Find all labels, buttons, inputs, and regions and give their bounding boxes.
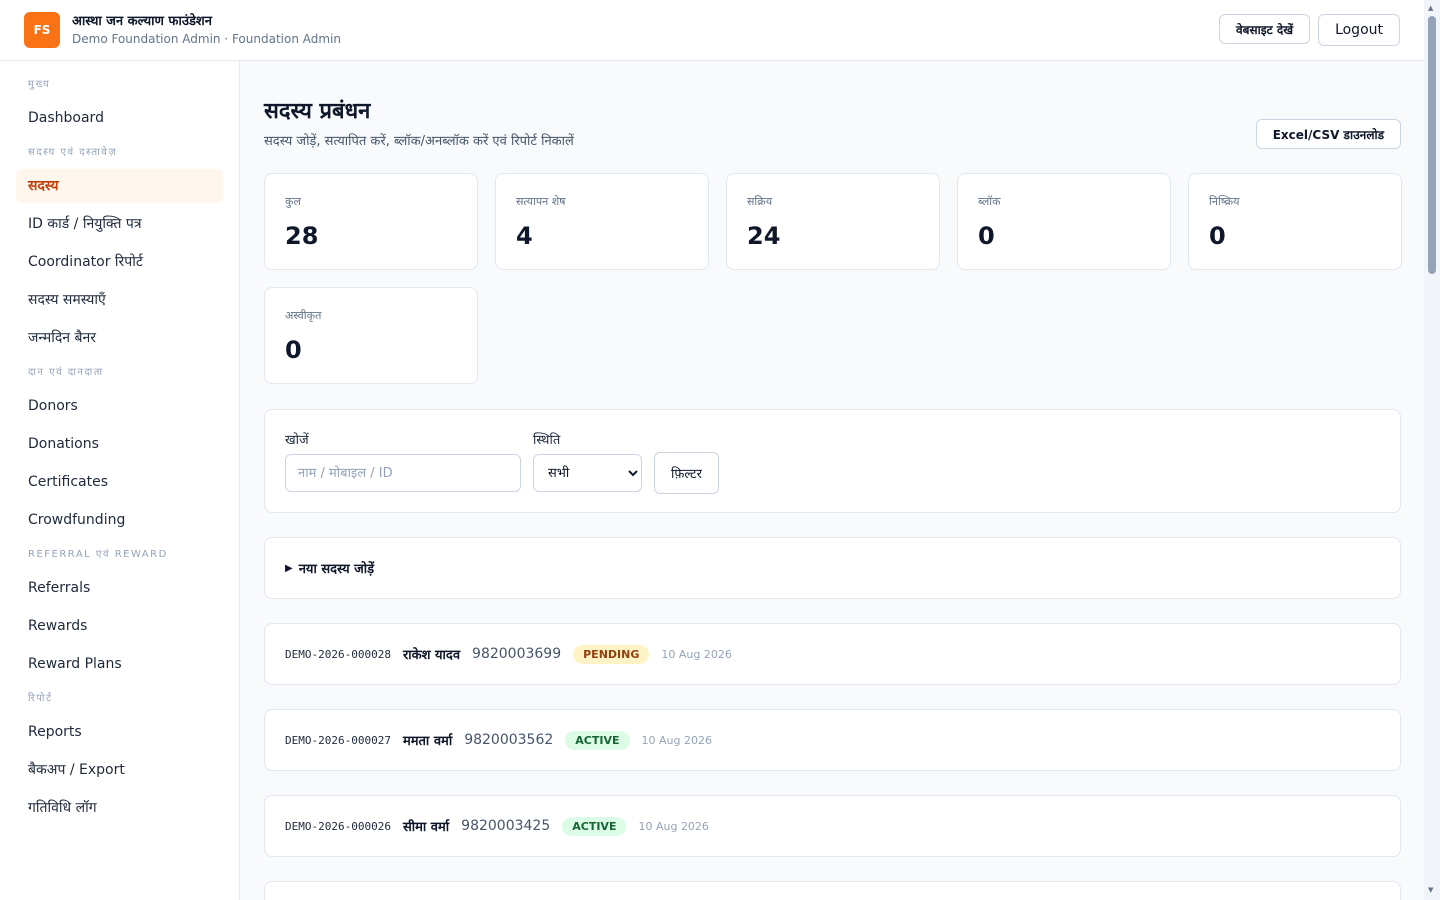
table-row[interactable]: DEMO-2026-000027 ममता वर्मा 9820003562 A… <box>264 709 1401 771</box>
scroll-thumb[interactable] <box>1428 16 1436 274</box>
member-name: सीमा वर्मा <box>402 820 450 835</box>
brand-block: आस्था जन कल्याण फाउंडेशन Demo Foundation… <box>72 13 341 48</box>
stat-value: 0 <box>285 336 302 364</box>
triangle-right-icon: ▶ <box>285 562 293 574</box>
filter-panel: खोजें स्थिति सभी फ़िल्टर <box>264 409 1401 513</box>
brand-name: आस्था जन कल्याण फाउंडेशन <box>72 13 212 29</box>
page-title: सदस्य प्रबंधन <box>264 99 371 124</box>
scroll-up-icon[interactable]: ▲ <box>1428 4 1433 12</box>
sidebar-item-certificates[interactable]: Certificates <box>16 465 223 499</box>
sidebar-item-members[interactable]: सदस्य <box>16 169 223 203</box>
member-phone: 9820003562 <box>464 732 554 748</box>
sidebar-item-id-card[interactable]: ID कार्ड / नियुक्ति पत्र <box>16 207 223 241</box>
stat-value: 4 <box>516 222 533 250</box>
stat-card-verification-pending: सत्यापन शेष 4 <box>495 173 709 270</box>
sidebar-item-coordinator-report[interactable]: Coordinator रिपोर्ट <box>16 245 223 279</box>
status-label: स्थिति <box>533 433 561 448</box>
sidebar-item-member-issues[interactable]: सदस्य समस्याएँ <box>16 283 223 317</box>
header-actions: वेबसाइट देखें Logout <box>1219 14 1400 46</box>
main-content: सदस्य प्रबंधन सदस्य जोड़ें, सत्यापित करे… <box>264 61 1402 900</box>
member-id: DEMO-2026-000026 <box>285 819 391 833</box>
table-row[interactable] <box>264 881 1401 900</box>
status-select[interactable]: सभी <box>533 454 642 492</box>
stat-card-blocked: ब्लॉक 0 <box>957 173 1171 270</box>
stat-value: 28 <box>285 222 319 250</box>
sidebar-item-donors[interactable]: Donors <box>16 389 223 423</box>
sidebar-item-reports[interactable]: Reports <box>16 715 223 749</box>
stat-label: सत्यापन शेष <box>516 195 566 208</box>
stat-label: सक्रिय <box>747 195 773 208</box>
member-phone: 9820003425 <box>461 818 551 834</box>
sidebar-item-donations[interactable]: Donations <box>16 427 223 461</box>
page-subtitle: सदस्य जोड़ें, सत्यापित करें, ब्लॉक/अनब्ल… <box>264 134 574 149</box>
sidebar-item-activity-log[interactable]: गतिविधि लॉग <box>16 791 223 825</box>
filter-button[interactable]: फ़िल्टर <box>654 452 719 494</box>
stat-label: ब्लॉक <box>978 195 1001 208</box>
status-badge: ACTIVE <box>562 816 627 836</box>
sidebar-item-birthday-banner[interactable]: जन्मदिन बैनर <box>16 321 223 355</box>
sidebar-item-dashboard[interactable]: Dashboard <box>16 101 223 135</box>
add-member-toggle[interactable]: ▶ नया सदस्य जोड़ें <box>264 537 1401 599</box>
sidebar: मुख्य Dashboard सदस्य एवं दस्तावेज़ सदस्… <box>0 61 240 900</box>
excel-csv-download-button[interactable]: Excel/CSV डाउनलोड <box>1255 119 1401 149</box>
stat-label: निष्क्रिय <box>1209 195 1240 208</box>
sidebar-item-backup-export[interactable]: बैकअप / Export <box>16 753 223 787</box>
table-row[interactable]: DEMO-2026-000026 सीमा वर्मा 9820003425 A… <box>264 795 1401 857</box>
search-input[interactable] <box>285 454 521 492</box>
member-date: 10 Aug 2026 <box>661 647 732 661</box>
stats-grid: कुल 28 सत्यापन शेष 4 सक्रिय 24 ब्लॉक 0 न… <box>264 173 1402 384</box>
member-name: राकेश यादव <box>402 648 461 663</box>
stat-value: 0 <box>978 222 995 250</box>
sidebar-section-title: मुख्य <box>28 79 51 90</box>
stat-card-inactive: निष्क्रिय 0 <box>1188 173 1402 270</box>
add-member-label: नया सदस्य जोड़ें <box>298 562 375 577</box>
member-name: ममता वर्मा <box>402 734 453 749</box>
sidebar-item-referrals[interactable]: Referrals <box>16 571 223 605</box>
status-field: स्थिति सभी <box>533 430 642 492</box>
sidebar-item-crowdfunding[interactable]: Crowdfunding <box>16 503 223 537</box>
page-header: सदस्य प्रबंधन सदस्य जोड़ें, सत्यापित करे… <box>264 61 1401 173</box>
top-header: FS आस्था जन कल्याण फाउंडेशन Demo Foundat… <box>0 0 1424 61</box>
sidebar-item-rewards[interactable]: Rewards <box>16 609 223 643</box>
scroll-down-icon[interactable]: ▼ <box>1428 886 1433 894</box>
member-phone: 9820003699 <box>472 646 562 662</box>
search-field: खोजें <box>285 430 521 492</box>
stat-label: अस्वीकृत <box>285 309 322 322</box>
member-date: 10 Aug 2026 <box>638 819 709 833</box>
sidebar-item-reward-plans[interactable]: Reward Plans <box>16 647 223 681</box>
sidebar-section-title: REFERRAL एवं REWARD <box>28 549 168 560</box>
stat-value: 0 <box>1209 222 1226 250</box>
sidebar-section-title: रिपोर्ट <box>28 693 53 704</box>
view-website-button[interactable]: वेबसाइट देखें <box>1219 14 1311 44</box>
sidebar-section-title: दान एवं दानदाता <box>28 367 104 378</box>
table-row[interactable]: DEMO-2026-000028 राकेश यादव 9820003699 P… <box>264 623 1401 685</box>
page-scrollbar[interactable]: ▲ ▼ <box>1424 0 1440 900</box>
sidebar-section-title: सदस्य एवं दस्तावेज़ <box>28 147 118 158</box>
status-badge: ACTIVE <box>565 730 630 750</box>
stat-card-total: कुल 28 <box>264 173 478 270</box>
stat-label: कुल <box>285 195 301 208</box>
status-badge: PENDING <box>573 644 650 664</box>
foundation-logo: FS <box>24 12 60 48</box>
search-label: खोजें <box>285 433 309 448</box>
member-id: DEMO-2026-000027 <box>285 733 391 747</box>
stat-card-active: सक्रिय 24 <box>726 173 940 270</box>
brand-subtitle: Demo Foundation Admin · Foundation Admin <box>72 31 341 46</box>
member-date: 10 Aug 2026 <box>641 733 712 747</box>
stat-value: 24 <box>747 222 781 250</box>
stat-card-rejected: अस्वीकृत 0 <box>264 287 478 384</box>
member-id: DEMO-2026-000028 <box>285 647 391 661</box>
logout-button[interactable]: Logout <box>1318 14 1400 46</box>
